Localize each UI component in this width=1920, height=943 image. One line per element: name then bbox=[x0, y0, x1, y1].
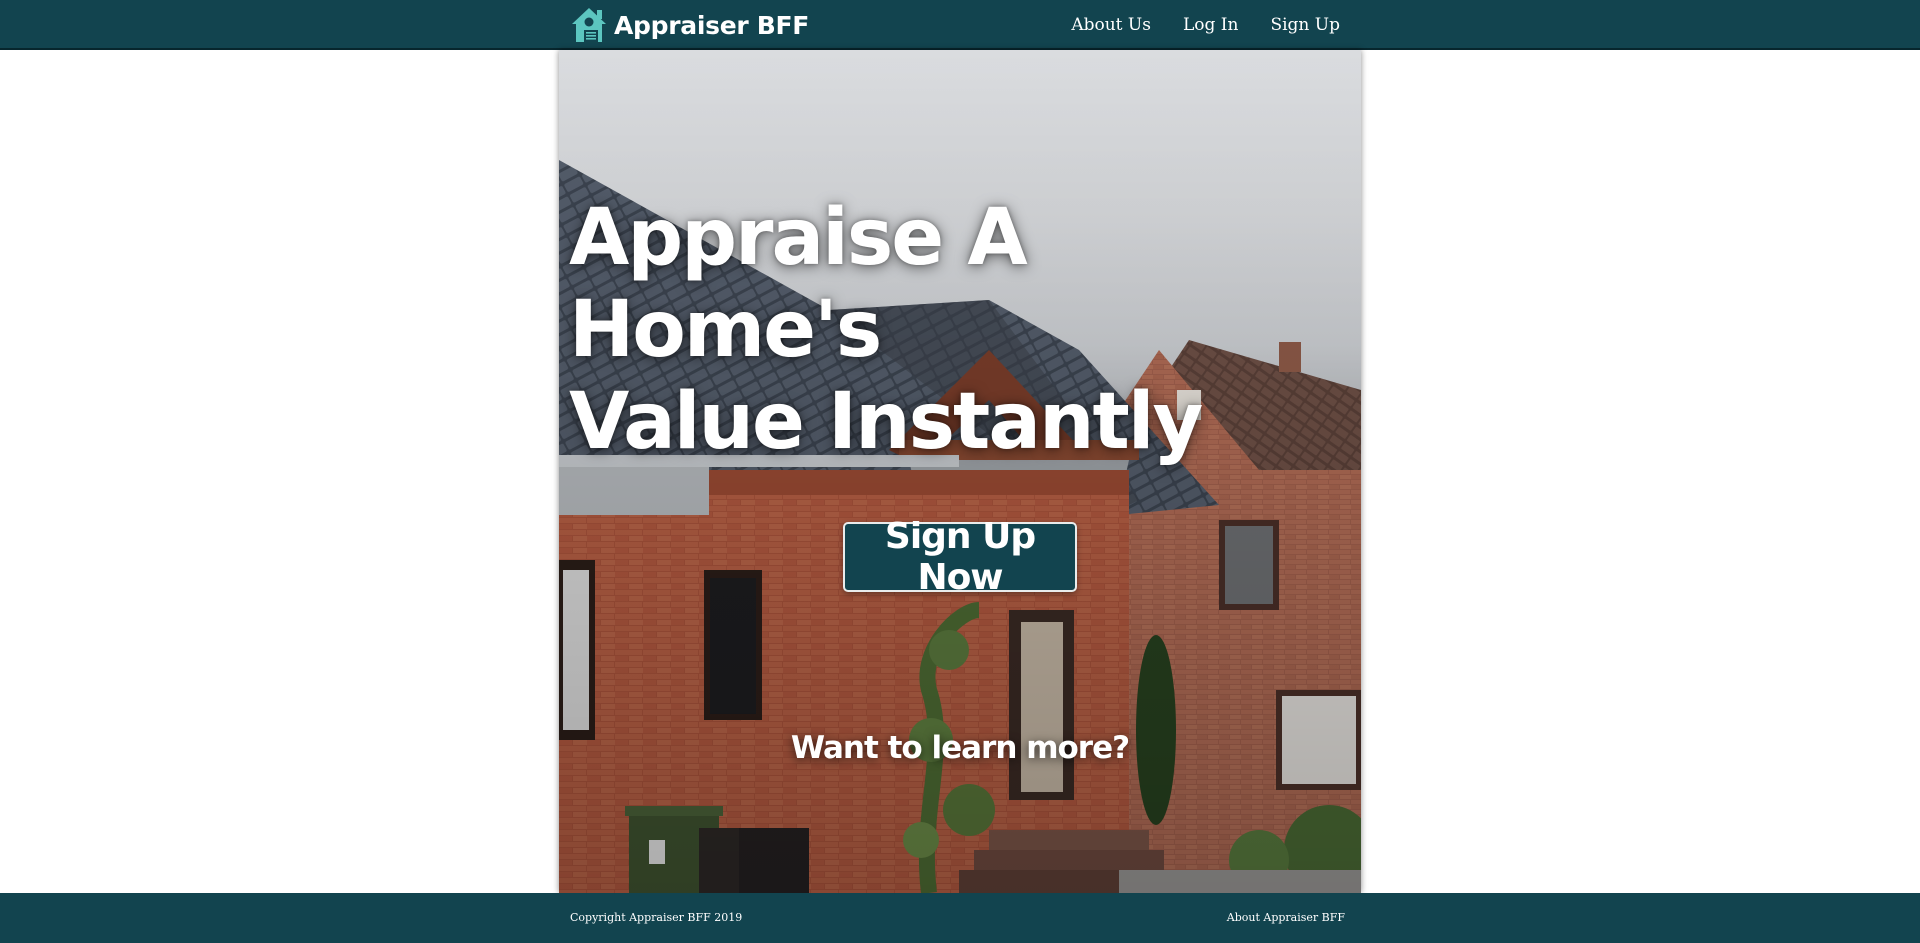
hero-title-line-1: Appraise A Home's bbox=[569, 193, 1028, 375]
house-background-image bbox=[559, 50, 1361, 893]
brand-name: Appraiser BFF bbox=[614, 10, 810, 40]
house-icon bbox=[572, 8, 606, 42]
copyright-text: Copyright Appraiser BFF 2019 bbox=[570, 911, 743, 924]
top-navbar: Appraiser BFF About Us Log In Sign Up bbox=[0, 0, 1920, 50]
nav-sign-up[interactable]: Sign Up bbox=[1270, 13, 1340, 37]
hero-title-line-2: Value Instantly bbox=[569, 377, 1203, 467]
learn-more-link[interactable]: Want to learn more? bbox=[559, 730, 1361, 766]
sign-up-now-button[interactable]: Sign Up Now bbox=[843, 516, 1077, 598]
hero-title: Appraise A Home's Value Instantly bbox=[569, 192, 1349, 468]
main-nav: About Us Log In Sign Up bbox=[1039, 13, 1340, 37]
brand-link[interactable]: Appraiser BFF bbox=[568, 4, 809, 46]
footer-about-link[interactable]: About Appraiser BFF bbox=[1227, 911, 1345, 924]
hero-section: Appraise A Home's Value Instantly Sign U… bbox=[559, 50, 1361, 893]
nav-log-in[interactable]: Log In bbox=[1183, 13, 1238, 37]
footer: Copyright Appraiser BFF 2019 About Appra… bbox=[0, 893, 1920, 943]
nav-about-us[interactable]: About Us bbox=[1071, 13, 1151, 37]
